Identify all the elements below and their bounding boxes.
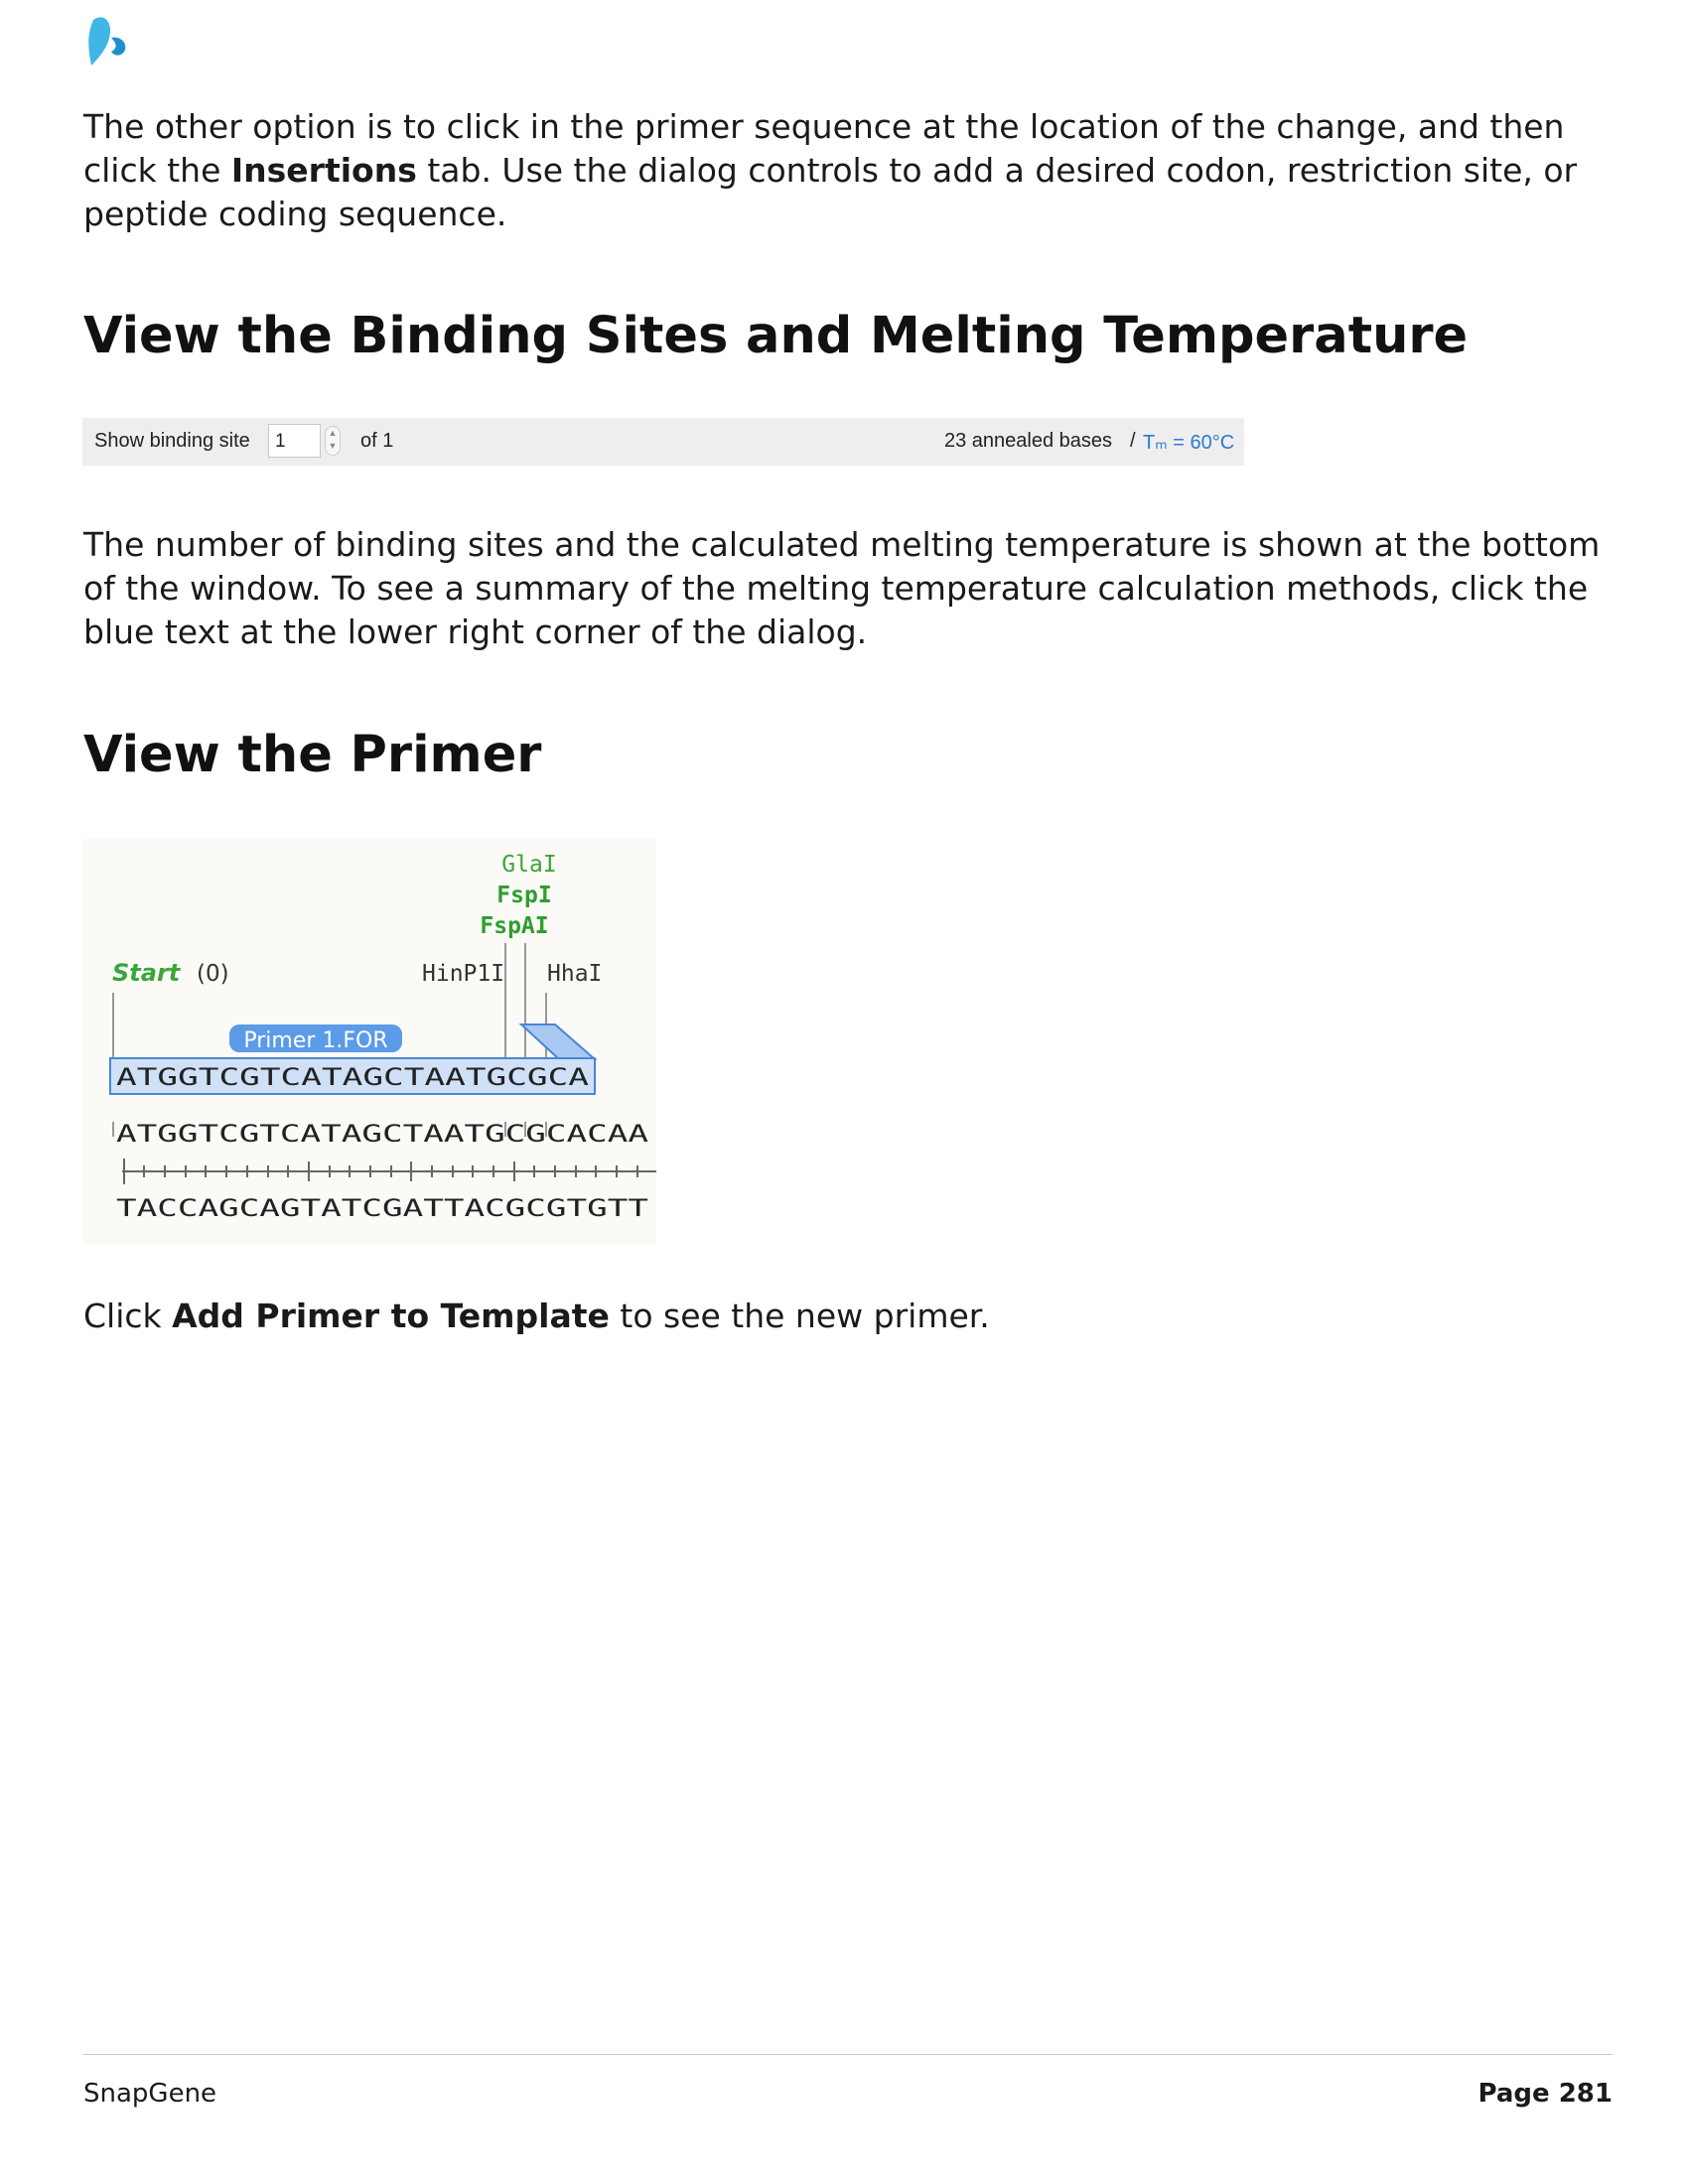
enzyme-hhai[interactable]: HhaI [547, 961, 602, 987]
binding-site-input[interactable]: 1 [268, 424, 321, 458]
enzyme-fspai[interactable]: FspAI [480, 913, 548, 939]
separator: / [1130, 430, 1136, 452]
start-position: (0) [197, 961, 229, 987]
primer-name: Primer 1.FOR [243, 1028, 387, 1053]
insertions-term: Insertions [230, 151, 417, 190]
melting-temperature-link[interactable]: Tₘ = 60°C [1143, 430, 1234, 455]
paragraph-add-primer: Click Add Primer to Template to see the … [83, 1297, 990, 1335]
primer-arrow-head [518, 1024, 598, 1060]
footer-brand: SnapGene [83, 2079, 217, 2109]
bottom-strand: TACCAGCAGTATCGATTACGCGTGTT [116, 1194, 648, 1222]
top-strand: ATGGTCGTCATAGCTAATGCGCACAA [116, 1120, 649, 1148]
enzyme-hinp1i[interactable]: HinP1I [422, 961, 504, 987]
annealed-bases: 23 annealed bases [944, 430, 1113, 452]
snapgene-logo [88, 17, 126, 66]
start-label[interactable]: Start [112, 959, 182, 987]
paragraph-insertions: The other option is to click in the prim… [83, 107, 1578, 233]
heading-binding-sites: View the Binding Sites and Melting Tempe… [83, 307, 1469, 365]
binding-site-count: of 1 [360, 430, 394, 452]
page-number: Page 281 [1477, 2079, 1613, 2109]
ruler [122, 1159, 656, 1184]
paragraph-melting-temperature: The number of binding sites and the calc… [83, 525, 1601, 651]
footer-divider [83, 2054, 1613, 2055]
primer-sequence: ATGGTCGTCATAGCTAATGCGCA [116, 1063, 590, 1091]
binding-site-bar: Show binding site 1 ▲ ▼ of 1 23 annealed … [82, 418, 1244, 466]
primer-figure: GlaI FspI FspAI Start (0) HinP1I HhaI Pr… [82, 839, 656, 1244]
heading-view-primer: View the Primer [83, 726, 542, 784]
show-binding-site-label: Show binding site [94, 430, 250, 452]
enzyme-fspi[interactable]: FspI [496, 883, 551, 908]
add-primer-to-template-term: Add Primer to Template [172, 1297, 610, 1335]
binding-site-stepper[interactable]: ▲ ▼ [325, 426, 341, 456]
enzyme-glai[interactable]: GlaI [501, 852, 556, 878]
